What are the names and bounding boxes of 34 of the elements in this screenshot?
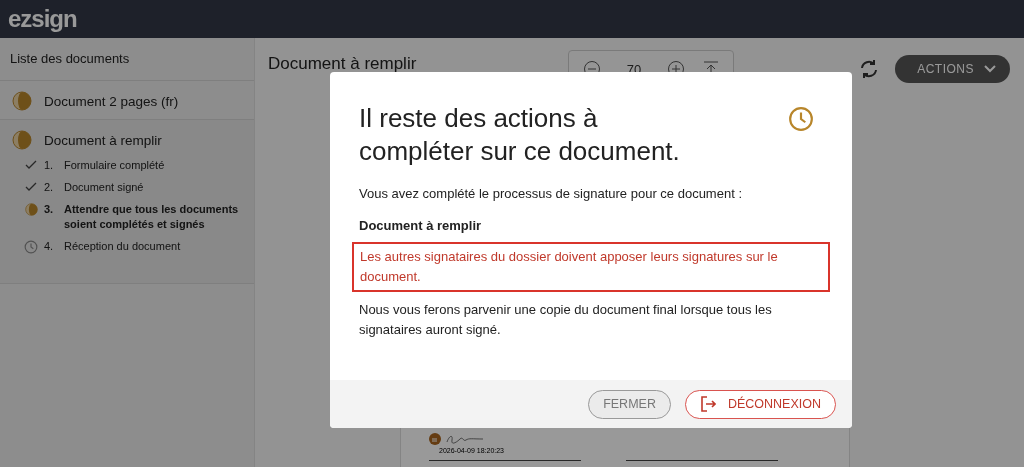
alert-message: Les autres signataires du dossier doivent apposer leurs signatures sur le document. <box>352 242 830 292</box>
check-icon <box>25 159 37 171</box>
signature-drawing <box>445 433 485 445</box>
step-number: 2. <box>44 180 55 195</box>
chevron-down-icon <box>984 65 996 73</box>
step-label: Document signé <box>64 180 145 195</box>
step-number: 3. <box>44 202 55 217</box>
actions-button[interactable]: ACTIONS <box>895 55 1010 83</box>
step-label: Réception du document <box>64 239 182 254</box>
close-button[interactable]: FERMER <box>588 389 671 419</box>
step-label: Formulaire complété <box>64 158 166 173</box>
progress-icon <box>12 91 32 111</box>
clock-icon <box>788 106 814 132</box>
document-title: Document à remplir <box>268 53 418 73</box>
logo-icon <box>429 433 441 445</box>
check-icon <box>25 181 37 193</box>
step-number: 1. <box>44 158 55 173</box>
step-number: 4. <box>44 239 55 254</box>
modal-title: Il reste des actions à compléter sur ce document. <box>359 102 681 168</box>
refresh-icon[interactable] <box>859 59 880 79</box>
logout-icon <box>699 396 716 412</box>
sidebar-title: Liste des documents <box>0 38 254 81</box>
logo: ezsign <box>8 5 77 33</box>
document-name: Document 2 pages (fr) <box>44 93 179 109</box>
logout-button[interactable]: DÉCONNEXION <box>684 389 836 419</box>
modal-message: Vous avez complété le processus de signature pour ce document : <box>359 185 743 203</box>
progress-icon <box>24 203 38 216</box>
modal-note: Nous vous ferons parvenir une copie du document final lorsque tous les signataires auront signé. <box>359 301 773 339</box>
document-name: Document à remplir <box>359 217 483 235</box>
progress-icon <box>12 130 32 150</box>
document-name: Document à remplir <box>44 132 162 148</box>
document-item[interactable]: Document à remplir 1. Formulaire complété 2. Document signé 3. Attendre que tous les documents soient complétés et signés 4. Réception du document <box>0 120 254 284</box>
clock-icon <box>24 240 38 254</box>
step-label: Attendre que tous les documents soient complétés et signés <box>64 202 240 232</box>
